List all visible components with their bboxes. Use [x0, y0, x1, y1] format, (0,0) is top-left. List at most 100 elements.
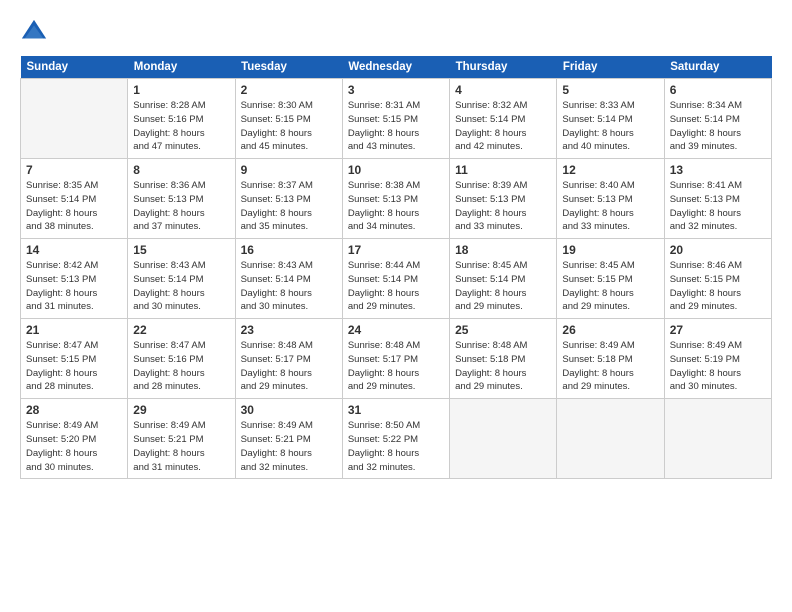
day-number: 12 — [562, 163, 658, 177]
calendar-cell: 25 Sunrise: 8:48 AM Sunset: 5:18 PM Dayli… — [450, 319, 557, 399]
calendar-cell: 16 Sunrise: 8:43 AM Sunset: 5:14 PM Dayli… — [235, 239, 342, 319]
calendar-header-cell: Friday — [557, 56, 664, 79]
day-detail: Sunrise: 8:41 AM Sunset: 5:13 PM Dayligh… — [670, 179, 766, 234]
calendar-cell: 3Sunrise: 8:31 AM Sunset: 5:15 PM Daylig… — [342, 79, 449, 159]
calendar-cell: 4 Sunrise: 8:32 AM Sunset: 5:14 PM Daylig… — [450, 79, 557, 159]
day-detail: Sunrise: 8:32 AM Sunset: 5:14 PM Dayligh… — [455, 99, 551, 154]
calendar-cell: 11 Sunrise: 8:39 AM Sunset: 5:13 PM Dayli… — [450, 159, 557, 239]
day-number: 23 — [241, 323, 337, 337]
calendar-cell: 21 Sunrise: 8:47 AM Sunset: 5:15 PM Dayli… — [21, 319, 128, 399]
day-number: 10 — [348, 163, 444, 177]
calendar-cell: 22 Sunrise: 8:47 AM Sunset: 5:16 PM Dayli… — [128, 319, 235, 399]
calendar-cell: 29Sunrise: 8:49 AM Sunset: 5:21 PM Dayli… — [128, 399, 235, 479]
day-number: 6 — [670, 83, 766, 97]
calendar-header-cell: Saturday — [664, 56, 771, 79]
calendar-header-cell: Sunday — [21, 56, 128, 79]
calendar-cell — [664, 399, 771, 479]
day-detail: Sunrise: 8:49 AM Sunset: 5:20 PM Dayligh… — [26, 419, 122, 474]
calendar-body: 1 Sunrise: 8:28 AM Sunset: 5:16 PM Daylig… — [21, 79, 772, 479]
day-number: 15 — [133, 243, 229, 257]
calendar-cell: 23 Sunrise: 8:48 AM Sunset: 5:17 PM Dayli… — [235, 319, 342, 399]
day-number: 16 — [241, 243, 337, 257]
day-number: 17 — [348, 243, 444, 257]
calendar-cell: 26 Sunrise: 8:49 AM Sunset: 5:18 PM Dayli… — [557, 319, 664, 399]
day-detail: Sunrise: 8:40 AM Sunset: 5:13 PM Dayligh… — [562, 179, 658, 234]
logo — [20, 18, 52, 46]
day-detail: Sunrise: 8:43 AM Sunset: 5:14 PM Dayligh… — [133, 259, 229, 314]
day-detail: Sunrise: 8:35 AM Sunset: 5:14 PM Dayligh… — [26, 179, 122, 234]
day-detail: Sunrise: 8:48 AM Sunset: 5:17 PM Dayligh… — [348, 339, 444, 394]
calendar-cell: 30Sunrise: 8:49 AM Sunset: 5:21 PM Dayli… — [235, 399, 342, 479]
logo-icon — [20, 18, 48, 46]
day-detail: Sunrise: 8:49 AM Sunset: 5:18 PM Dayligh… — [562, 339, 658, 394]
calendar-cell: 7 Sunrise: 8:35 AM Sunset: 5:14 PM Daylig… — [21, 159, 128, 239]
day-number: 13 — [670, 163, 766, 177]
day-number: 24 — [348, 323, 444, 337]
calendar-cell: 9 Sunrise: 8:37 AM Sunset: 5:13 PM Daylig… — [235, 159, 342, 239]
day-number: 8 — [133, 163, 229, 177]
day-detail: Sunrise: 8:38 AM Sunset: 5:13 PM Dayligh… — [348, 179, 444, 234]
day-detail: Sunrise: 8:49 AM Sunset: 5:19 PM Dayligh… — [670, 339, 766, 394]
day-detail: Sunrise: 8:48 AM Sunset: 5:18 PM Dayligh… — [455, 339, 551, 394]
calendar-header-cell: Tuesday — [235, 56, 342, 79]
day-detail: Sunrise: 8:34 AM Sunset: 5:14 PM Dayligh… — [670, 99, 766, 154]
day-number: 2 — [241, 83, 337, 97]
page: SundayMondayTuesdayWednesdayThursdayFrid… — [0, 0, 792, 612]
calendar-cell — [21, 79, 128, 159]
day-detail: Sunrise: 8:28 AM Sunset: 5:16 PM Dayligh… — [133, 99, 229, 154]
calendar-cell: 5 Sunrise: 8:33 AM Sunset: 5:14 PM Daylig… — [557, 79, 664, 159]
day-detail: Sunrise: 8:36 AM Sunset: 5:13 PM Dayligh… — [133, 179, 229, 234]
day-number: 21 — [26, 323, 122, 337]
day-detail: Sunrise: 8:37 AM Sunset: 5:13 PM Dayligh… — [241, 179, 337, 234]
day-number: 22 — [133, 323, 229, 337]
calendar-cell: 24 Sunrise: 8:48 AM Sunset: 5:17 PM Dayli… — [342, 319, 449, 399]
calendar-cell: 20 Sunrise: 8:46 AM Sunset: 5:15 PM Dayli… — [664, 239, 771, 319]
day-detail: Sunrise: 8:50 AM Sunset: 5:22 PM Dayligh… — [348, 419, 444, 474]
day-number: 4 — [455, 83, 551, 97]
calendar-table: SundayMondayTuesdayWednesdayThursdayFrid… — [20, 56, 772, 479]
day-number: 25 — [455, 323, 551, 337]
day-detail: Sunrise: 8:46 AM Sunset: 5:15 PM Dayligh… — [670, 259, 766, 314]
calendar-cell: 13 Sunrise: 8:41 AM Sunset: 5:13 PM Dayli… — [664, 159, 771, 239]
day-detail: Sunrise: 8:39 AM Sunset: 5:13 PM Dayligh… — [455, 179, 551, 234]
day-detail: Sunrise: 8:49 AM Sunset: 5:21 PM Dayligh… — [133, 419, 229, 474]
calendar-cell: 19Sunrise: 8:45 AM Sunset: 5:15 PM Dayli… — [557, 239, 664, 319]
calendar-header-row: SundayMondayTuesdayWednesdayThursdayFrid… — [21, 56, 772, 79]
day-detail: Sunrise: 8:43 AM Sunset: 5:14 PM Dayligh… — [241, 259, 337, 314]
day-number: 7 — [26, 163, 122, 177]
calendar-cell: 31Sunrise: 8:50 AM Sunset: 5:22 PM Dayli… — [342, 399, 449, 479]
calendar-week-row: 28 Sunrise: 8:49 AM Sunset: 5:20 PM Dayli… — [21, 399, 772, 479]
day-detail: Sunrise: 8:44 AM Sunset: 5:14 PM Dayligh… — [348, 259, 444, 314]
day-number: 1 — [133, 83, 229, 97]
calendar-cell: 18 Sunrise: 8:45 AM Sunset: 5:14 PM Dayli… — [450, 239, 557, 319]
day-detail: Sunrise: 8:48 AM Sunset: 5:17 PM Dayligh… — [241, 339, 337, 394]
day-number: 20 — [670, 243, 766, 257]
calendar-header-cell: Wednesday — [342, 56, 449, 79]
day-detail: Sunrise: 8:42 AM Sunset: 5:13 PM Dayligh… — [26, 259, 122, 314]
day-number: 26 — [562, 323, 658, 337]
calendar-cell: 15 Sunrise: 8:43 AM Sunset: 5:14 PM Dayli… — [128, 239, 235, 319]
calendar-cell: 1 Sunrise: 8:28 AM Sunset: 5:16 PM Daylig… — [128, 79, 235, 159]
day-detail: Sunrise: 8:47 AM Sunset: 5:16 PM Dayligh… — [133, 339, 229, 394]
day-number: 28 — [26, 403, 122, 417]
calendar-week-row: 14Sunrise: 8:42 AM Sunset: 5:13 PM Dayli… — [21, 239, 772, 319]
header — [20, 18, 772, 46]
day-detail: Sunrise: 8:45 AM Sunset: 5:14 PM Dayligh… — [455, 259, 551, 314]
day-number: 11 — [455, 163, 551, 177]
calendar-week-row: 21 Sunrise: 8:47 AM Sunset: 5:15 PM Dayli… — [21, 319, 772, 399]
day-detail: Sunrise: 8:49 AM Sunset: 5:21 PM Dayligh… — [241, 419, 337, 474]
day-detail: Sunrise: 8:33 AM Sunset: 5:14 PM Dayligh… — [562, 99, 658, 154]
calendar-cell: 27 Sunrise: 8:49 AM Sunset: 5:19 PM Dayli… — [664, 319, 771, 399]
calendar-header-cell: Thursday — [450, 56, 557, 79]
day-number: 27 — [670, 323, 766, 337]
calendar-cell: 2Sunrise: 8:30 AM Sunset: 5:15 PM Daylig… — [235, 79, 342, 159]
day-detail: Sunrise: 8:45 AM Sunset: 5:15 PM Dayligh… — [562, 259, 658, 314]
day-number: 18 — [455, 243, 551, 257]
calendar-cell: 12 Sunrise: 8:40 AM Sunset: 5:13 PM Dayli… — [557, 159, 664, 239]
day-number: 9 — [241, 163, 337, 177]
calendar-cell: 8 Sunrise: 8:36 AM Sunset: 5:13 PM Daylig… — [128, 159, 235, 239]
day-number: 3 — [348, 83, 444, 97]
calendar-cell: 28 Sunrise: 8:49 AM Sunset: 5:20 PM Dayli… — [21, 399, 128, 479]
day-detail: Sunrise: 8:47 AM Sunset: 5:15 PM Dayligh… — [26, 339, 122, 394]
day-number: 5 — [562, 83, 658, 97]
